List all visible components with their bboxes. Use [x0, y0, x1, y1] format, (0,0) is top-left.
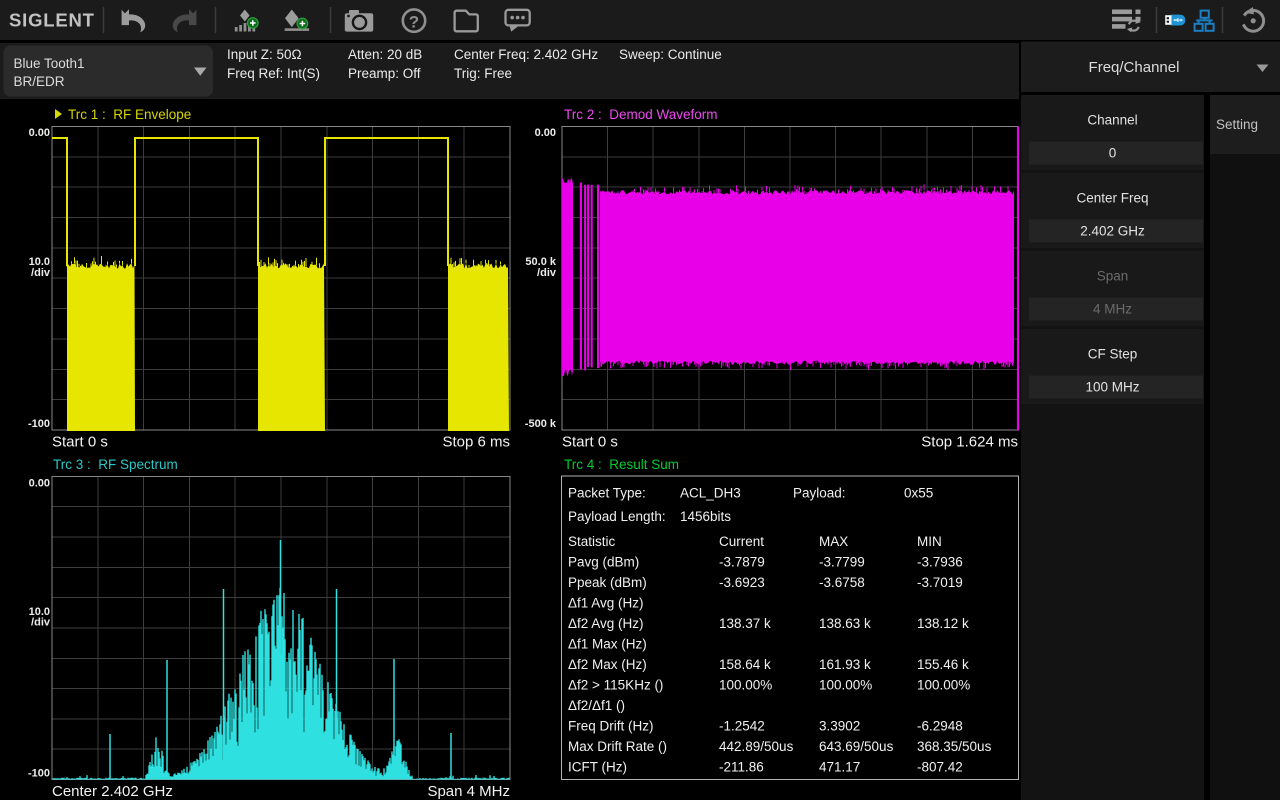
svg-text:-6.2948: -6.2948	[917, 719, 963, 734]
svg-text:138.37 k: 138.37 k	[719, 616, 771, 631]
svg-text:Setting: Setting	[1216, 117, 1258, 132]
svg-text:0.00: 0.00	[29, 478, 50, 490]
svg-text:1456bits: 1456bits	[680, 509, 731, 524]
svg-text:?: ?	[409, 12, 419, 31]
svg-text:0.00: 0.00	[535, 127, 556, 139]
svg-text:Channel: Channel	[1087, 113, 1137, 128]
svg-text:100.00%: 100.00%	[917, 678, 970, 693]
svg-text:-3.6758: -3.6758	[819, 575, 865, 590]
svg-text:Start 0 s: Start 0 s	[52, 434, 108, 451]
svg-text:-211.86: -211.86	[719, 760, 764, 775]
svg-text:Payload Length:: Payload Length:	[568, 509, 666, 524]
svg-text:138.12 k: 138.12 k	[917, 616, 969, 631]
svg-text:0: 0	[1109, 146, 1117, 161]
svg-text:471.17: 471.17	[819, 760, 860, 775]
svg-text:Statistic: Statistic	[568, 534, 616, 549]
svg-text:Blue Tooth1: Blue Tooth1	[14, 56, 85, 71]
svg-text:158.64 k: 158.64 k	[719, 657, 771, 672]
svg-text:Stop 1.624 ms: Stop 1.624 ms	[921, 434, 1018, 451]
svg-text:Center Freq: 2.402 GHz: Center Freq: 2.402 GHz	[454, 47, 598, 62]
svg-text:4 MHz: 4 MHz	[1093, 302, 1132, 317]
svg-text:161.93 k: 161.93 k	[819, 657, 871, 672]
svg-text:CF Step: CF Step	[1088, 347, 1138, 362]
svg-text:-100: -100	[28, 768, 50, 780]
svg-text:-3.7799: -3.7799	[819, 555, 865, 570]
svg-text:Δf1 Avg (Hz): Δf1 Avg (Hz)	[568, 596, 644, 611]
svg-text:442.89/50us: 442.89/50us	[719, 739, 794, 754]
svg-text:/div: /div	[31, 267, 51, 279]
svg-text:Trc 2 : Demod Waveform: Trc 2 : Demod Waveform	[564, 107, 718, 122]
svg-text:Atten: 20 dB: Atten: 20 dB	[348, 47, 422, 62]
svg-text:Stop 6 ms: Stop 6 ms	[442, 434, 510, 451]
svg-text:Trc 3 : RF Spectrum: Trc 3 : RF Spectrum	[53, 457, 178, 472]
svg-text:155.46 k: 155.46 k	[917, 657, 969, 672]
svg-text:Δf2 Avg (Hz): Δf2 Avg (Hz)	[568, 616, 644, 631]
svg-text:Trc 1 : RF Envelope: Trc 1 : RF Envelope	[68, 107, 191, 122]
svg-text:Ppeak (dBm): Ppeak (dBm)	[568, 575, 647, 590]
svg-text:Current: Current	[719, 534, 764, 549]
svg-text:0x55: 0x55	[904, 486, 933, 501]
svg-text:2.402 GHz: 2.402 GHz	[1080, 224, 1145, 239]
svg-text:Preamp: Off: Preamp: Off	[348, 66, 421, 81]
svg-text:Center 2.402 GHz: Center 2.402 GHz	[52, 783, 173, 800]
svg-text:ACL_DH3: ACL_DH3	[680, 486, 741, 501]
svg-text:-3.7936: -3.7936	[917, 555, 963, 570]
svg-text:100.00%: 100.00%	[819, 678, 872, 693]
svg-text:100 MHz: 100 MHz	[1085, 380, 1139, 395]
svg-text:Payload:: Payload:	[793, 486, 846, 501]
svg-text:Sweep: Continue: Sweep: Continue	[619, 47, 722, 62]
svg-text:100.00%: 100.00%	[719, 678, 772, 693]
svg-text:Δf2/Δf1 (): Δf2/Δf1 ()	[568, 698, 625, 713]
svg-text:Center Freq: Center Freq	[1076, 191, 1148, 206]
svg-text:-3.7879: -3.7879	[719, 555, 765, 570]
svg-text:Trc 4 : Result Sum: Trc 4 : Result Sum	[564, 457, 679, 472]
svg-text:/div: /div	[537, 267, 557, 279]
svg-text:-1.2542: -1.2542	[719, 719, 765, 734]
svg-text:Δf1 Max (Hz): Δf1 Max (Hz)	[568, 637, 647, 652]
svg-text:0.00: 0.00	[29, 127, 50, 139]
svg-text:Trig: Free: Trig: Free	[454, 66, 512, 81]
svg-text:Start 0 s: Start 0 s	[562, 434, 618, 451]
svg-text:MAX: MAX	[819, 534, 848, 549]
svg-text:/div: /div	[31, 617, 51, 629]
svg-text:ICFT (Hz): ICFT (Hz)	[568, 760, 627, 775]
svg-text:-500 k: -500 k	[525, 418, 557, 430]
svg-text:Freq Drift (Hz): Freq Drift (Hz)	[568, 719, 654, 734]
svg-text:-3.6923: -3.6923	[719, 575, 765, 590]
svg-text:Δf2 > 115KHz (): Δf2 > 115KHz ()	[568, 678, 663, 693]
svg-text:Freq Ref: Int(S): Freq Ref: Int(S)	[227, 66, 320, 81]
svg-text:Span 4 MHz: Span 4 MHz	[427, 783, 510, 800]
svg-text:SIGLENT: SIGLENT	[9, 10, 95, 31]
svg-text:-3.7019: -3.7019	[917, 575, 963, 590]
svg-text:Span: Span	[1097, 269, 1129, 284]
svg-text:Packet Type:: Packet Type:	[568, 486, 646, 501]
svg-text:3.3902: 3.3902	[819, 719, 860, 734]
svg-text:Pavg (dBm): Pavg (dBm)	[568, 555, 639, 570]
svg-text:Input Z: 50Ω: Input Z: 50Ω	[227, 47, 302, 62]
svg-text:BR/EDR: BR/EDR	[14, 74, 65, 89]
svg-text:Max Drift Rate (): Max Drift Rate ()	[568, 739, 667, 754]
svg-text:-807.42: -807.42	[917, 760, 963, 775]
svg-text:368.35/50us: 368.35/50us	[917, 739, 992, 754]
svg-text:-100: -100	[28, 418, 50, 430]
svg-text:138.63 k: 138.63 k	[819, 616, 871, 631]
svg-text:Δf2 Max (Hz): Δf2 Max (Hz)	[568, 657, 647, 672]
svg-text:Freq/Channel: Freq/Channel	[1089, 59, 1180, 76]
svg-text:643.69/50us: 643.69/50us	[819, 739, 894, 754]
svg-text:MIN: MIN	[917, 534, 942, 549]
